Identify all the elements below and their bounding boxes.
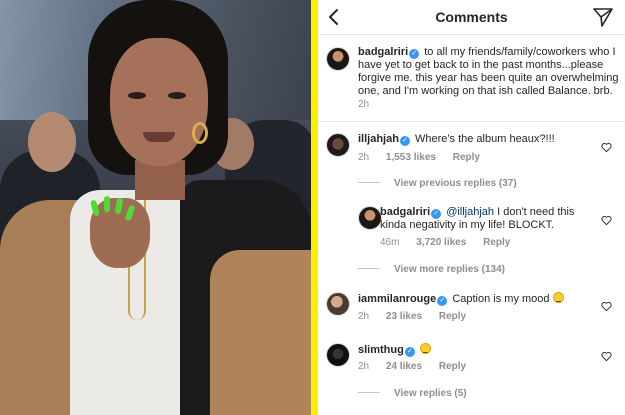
heart-icon[interactable] bbox=[601, 351, 612, 362]
comment-text: badgalriri ✓ @illjahjah I don't need this… bbox=[380, 206, 590, 232]
comment-time: 2h bbox=[358, 361, 370, 372]
comment-meta: 2h 24 likes Reply bbox=[358, 361, 480, 372]
divider-line bbox=[358, 182, 380, 183]
comment-time: 2h bbox=[358, 152, 370, 163]
weary-face-emoji-icon bbox=[552, 292, 564, 303]
comment-time: 46m bbox=[380, 237, 400, 248]
comment-meta: 2h 1,553 likes Reply bbox=[358, 152, 494, 163]
caption-time: 2h bbox=[358, 99, 370, 110]
background-person-left-head bbox=[28, 112, 76, 172]
green-nail bbox=[104, 196, 110, 212]
reply-button[interactable]: Reply bbox=[439, 361, 466, 372]
likes-count[interactable]: 3,720 likes bbox=[416, 237, 466, 248]
avatar[interactable] bbox=[358, 206, 382, 230]
view-replies-button[interactable]: View replies (5) bbox=[358, 388, 467, 399]
view-replies-label: View more replies (134) bbox=[394, 264, 505, 275]
photo bbox=[0, 0, 311, 415]
view-replies-button[interactable]: View more replies (134) bbox=[358, 264, 505, 275]
likes-count[interactable]: 23 likes bbox=[386, 311, 422, 322]
likes-count[interactable]: 24 likes bbox=[386, 361, 422, 372]
lips bbox=[143, 132, 175, 142]
send-icon[interactable] bbox=[592, 6, 614, 28]
comment-body: Where's the album heaux?!!! bbox=[415, 133, 555, 145]
view-replies-label: View previous replies (37) bbox=[394, 178, 517, 189]
verified-badge-icon: ✓ bbox=[431, 209, 442, 219]
page-title: Comments bbox=[435, 9, 508, 25]
caption-meta: 2h bbox=[358, 99, 383, 110]
comment-meta: 46m 3,720 likes Reply bbox=[380, 237, 524, 248]
comment-username[interactable]: illjahjah bbox=[358, 133, 399, 145]
reply-button[interactable]: Reply bbox=[439, 311, 466, 322]
divider-line bbox=[358, 268, 380, 269]
mention-link[interactable]: @illjahjah bbox=[446, 206, 494, 218]
post-caption: badgalriri ✓ to all my friends/family/cow… bbox=[318, 36, 625, 122]
caption-username[interactable]: badgalriri bbox=[358, 46, 408, 58]
divider-line bbox=[358, 392, 380, 393]
comments-header: Comments bbox=[318, 0, 625, 35]
heart-icon[interactable] bbox=[601, 142, 612, 153]
reply-button[interactable]: Reply bbox=[483, 237, 510, 248]
view-replies-button[interactable]: View previous replies (37) bbox=[358, 178, 517, 189]
comments-panel: Comments badgalriri ✓ to all my friends/f… bbox=[318, 0, 625, 415]
neck bbox=[135, 160, 185, 200]
comment-username[interactable]: badgalriri bbox=[380, 206, 430, 218]
verified-badge-icon: ✓ bbox=[404, 347, 415, 357]
heart-icon[interactable] bbox=[601, 301, 612, 312]
verified-badge-icon: ✓ bbox=[399, 136, 410, 146]
avatar[interactable] bbox=[326, 292, 350, 316]
caption-text: badgalriri ✓ to all my friends/family/cow… bbox=[358, 46, 620, 98]
view-replies-label: View replies (5) bbox=[394, 388, 467, 399]
coat-sleeve bbox=[210, 250, 311, 415]
comment-text: slimthug ✓ bbox=[358, 343, 593, 357]
comment-time: 2h bbox=[358, 311, 370, 322]
comment-body: Caption is my mood bbox=[452, 293, 550, 305]
comment-text: illjahjah ✓ Where's the album heaux?!!! bbox=[358, 133, 593, 146]
comment-username[interactable]: slimthug bbox=[358, 344, 404, 356]
left-eye bbox=[128, 92, 146, 99]
right-eye bbox=[168, 92, 186, 99]
avatar[interactable] bbox=[326, 343, 350, 367]
grinning-face-emoji-icon bbox=[419, 343, 431, 354]
comment-meta: 2h 23 likes Reply bbox=[358, 311, 480, 322]
heart-icon[interactable] bbox=[601, 215, 612, 226]
reply-button[interactable]: Reply bbox=[453, 152, 480, 163]
avatar[interactable] bbox=[326, 47, 350, 71]
hoop-earring bbox=[192, 122, 208, 144]
yellow-divider bbox=[311, 0, 318, 415]
comment-text: iammilanrouge ✓ Caption is my mood bbox=[358, 292, 593, 306]
face bbox=[110, 38, 208, 166]
likes-count[interactable]: 1,553 likes bbox=[386, 152, 436, 163]
verified-badge-icon: ✓ bbox=[409, 49, 420, 59]
comment-username[interactable]: iammilanrouge bbox=[358, 293, 436, 305]
verified-badge-icon: ✓ bbox=[437, 296, 448, 306]
avatar[interactable] bbox=[326, 133, 350, 157]
